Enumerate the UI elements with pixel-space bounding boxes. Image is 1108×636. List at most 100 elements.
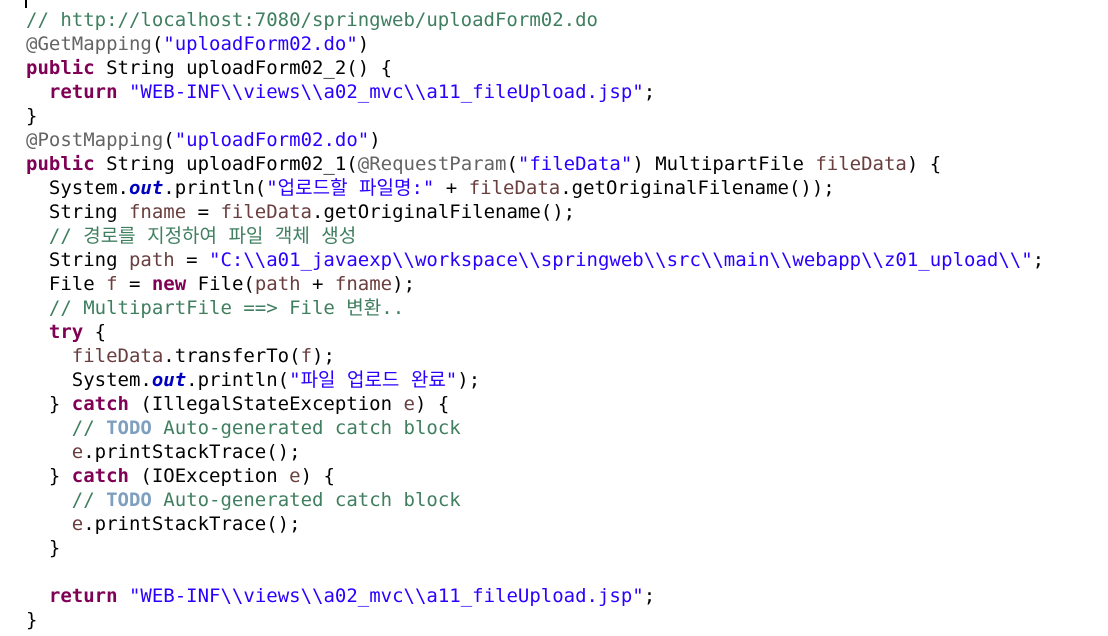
- string-literal: "파일 업로드 완료": [289, 369, 458, 391]
- code-text: }: [26, 609, 38, 631]
- code-line[interactable]: fileData.transferTo(f);: [26, 344, 1044, 368]
- comment-token: // http://localhost:7080/springweb/uploa…: [26, 9, 598, 31]
- variable-token: fileData: [71, 345, 164, 367]
- code-text: ) {: [906, 153, 942, 175]
- code-text: );: [392, 273, 416, 295]
- variable-token: fileData: [220, 201, 312, 223]
- string-literal: "WEB-INF\\views\\a02_mvc\\a11_fileUpload…: [128, 585, 644, 607]
- code-line[interactable]: try {: [26, 320, 1044, 344]
- code-line[interactable]: @PostMapping("uploadForm02.do"): [26, 128, 1044, 152]
- code-line[interactable]: // 경로를 지정하여 파일 객체 생성: [26, 224, 1044, 248]
- code-text: +: [434, 177, 469, 199]
- string-literal: "fileData": [517, 153, 633, 175]
- code-line[interactable]: public String uploadForm02_1(@RequestPar…: [26, 152, 1044, 176]
- code-text: ;: [643, 585, 656, 607]
- string-literal: "uploadForm02.do": [163, 33, 358, 55]
- code-text: ;: [1032, 249, 1045, 271]
- code-text: File(: [186, 273, 255, 295]
- variable-token: path: [128, 249, 175, 271]
- code-area[interactable]: // http://localhost:7080/springweb/uploa…: [26, 8, 1044, 632]
- code-text: ): [369, 129, 381, 151]
- keyword-token: catch: [71, 393, 129, 415]
- code-line[interactable]: return "WEB-INF\\views\\a02_mvc\\a11_fil…: [26, 584, 1044, 608]
- code-text: );: [457, 369, 481, 391]
- code-text: ;: [643, 81, 656, 103]
- code-text: ) MultipartFile: [632, 153, 816, 175]
- code-text: System.: [26, 177, 129, 199]
- keyword-token: new: [151, 273, 187, 295]
- code-text: String: [26, 249, 129, 271]
- code-text: ): [357, 33, 370, 55]
- code-text: ) {: [414, 393, 450, 415]
- code-line[interactable]: }: [26, 104, 1044, 128]
- variable-token: fname: [128, 201, 187, 223]
- code-line[interactable]: @GetMapping("uploadForm02.do"): [26, 32, 1044, 56]
- code-line[interactable]: // TODO Auto-generated catch block: [26, 416, 1044, 440]
- code-text: (: [163, 129, 175, 151]
- code-text: =: [117, 273, 152, 295]
- variable-token: e: [71, 441, 84, 463]
- keyword-token: try: [48, 321, 84, 343]
- code-editor[interactable]: // http://localhost:7080/springweb/uploa…: [0, 0, 1108, 636]
- keyword-token: public: [26, 57, 95, 79]
- variable-token: fileData: [815, 153, 907, 175]
- code-line[interactable]: File f = new File(path + fname);: [26, 272, 1044, 296]
- keyword-token: public: [26, 153, 95, 175]
- annotation-token: @GetMapping: [26, 33, 152, 55]
- code-text: System.: [26, 369, 152, 391]
- code-line[interactable]: // http://localhost:7080/springweb/uploa…: [26, 8, 1044, 32]
- annotation-token: @PostMapping: [26, 129, 164, 151]
- code-line[interactable]: e.printStackTrace();: [26, 512, 1044, 536]
- code-line[interactable]: e.printStackTrace();: [26, 440, 1044, 464]
- code-line[interactable]: public String uploadForm02_2() {: [26, 56, 1044, 80]
- code-text: =: [186, 201, 221, 223]
- code-text: .printStackTrace();: [83, 441, 301, 463]
- code-line[interactable]: }: [26, 608, 1044, 632]
- code-text: (IOException: [128, 465, 290, 487]
- code-line[interactable]: return "WEB-INF\\views\\a02_mvc\\a11_fil…: [26, 80, 1044, 104]
- code-text: .transferTo(: [163, 345, 301, 367]
- comment-token: //: [71, 417, 107, 439]
- code-line[interactable]: } catch (IOException e) {: [26, 464, 1044, 488]
- variable-token: f: [300, 345, 313, 367]
- code-line[interactable]: [26, 560, 1044, 584]
- code-text: }: [26, 537, 61, 559]
- code-text: String uploadForm02_2() {: [94, 57, 393, 79]
- keyword-token: return: [48, 81, 118, 103]
- code-line[interactable]: System.out.println("업로드할 파일명:" + fileDat…: [26, 176, 1044, 200]
- comment-token: Auto-generated catch block: [151, 489, 461, 511]
- keyword-token: return: [48, 585, 118, 607]
- comment-token: // MultipartFile ==> File 변환..: [48, 297, 405, 319]
- code-line[interactable]: } catch (IllegalStateException e) {: [26, 392, 1044, 416]
- code-text: .printStackTrace();: [83, 513, 301, 535]
- string-literal: "C:\\a01_javaexp\\workspace\\springweb\\…: [209, 249, 1033, 271]
- code-line[interactable]: String fname = fileData.getOriginalFilen…: [26, 200, 1044, 224]
- variable-token: path: [254, 273, 301, 295]
- variable-token: fname: [334, 273, 393, 295]
- code-text: String uploadForm02_1(: [94, 153, 358, 175]
- code-line[interactable]: // MultipartFile ==> File 변환..: [26, 296, 1044, 320]
- string-literal: "uploadForm02.do": [174, 129, 370, 151]
- code-line[interactable]: }: [26, 536, 1044, 560]
- code-line[interactable]: // TODO Auto-generated catch block: [26, 488, 1044, 512]
- code-text: .getOriginalFilename());: [560, 177, 835, 199]
- todo-tag: TODO: [106, 489, 152, 511]
- code-line[interactable]: String path = "C:\\a01_javaexp\\workspac…: [26, 248, 1044, 272]
- code-text: .println(: [163, 177, 267, 199]
- annotation-token: @RequestParam: [357, 153, 507, 175]
- code-text: (: [151, 33, 164, 55]
- static-field-token: out: [128, 177, 164, 199]
- text-cursor: [25, 0, 27, 8]
- code-line[interactable]: System.out.println("파일 업로드 완료");: [26, 368, 1044, 392]
- comment-token: Auto-generated catch block: [151, 417, 461, 439]
